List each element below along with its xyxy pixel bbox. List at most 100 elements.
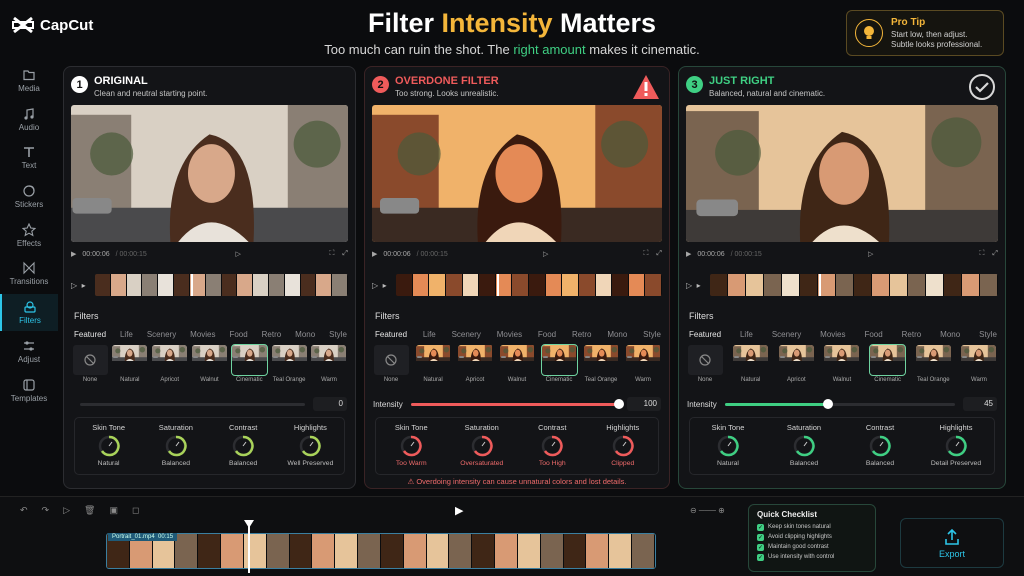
play-icon[interactable]: ▶ [71,250,76,258]
filter-thumbnail[interactable]: Walnut [824,345,860,387]
sidebar-item-audio[interactable]: Audio [0,101,58,138]
sidebar-item-stickers[interactable]: Stickers [0,178,58,215]
undo-icon[interactable]: ↶ [20,505,28,516]
mini-playhead[interactable] [819,274,822,296]
intensity-knob[interactable] [823,398,834,409]
filter-category-tab[interactable]: Movies [820,330,845,339]
fit-icon[interactable]: ⛶ [979,250,984,258]
crop-icon[interactable]: ◻ [132,505,139,516]
filter-thumbnail[interactable]: Warm [311,345,347,387]
filter-thumbnail[interactable]: Warm [961,345,997,387]
trash-icon[interactable]: ▣ [109,505,118,516]
filter-category-tab[interactable]: Scenery [147,330,176,339]
mini-play-icon[interactable]: ▷ ▸ [372,281,392,290]
filter-thumbnail[interactable]: Apricot [152,345,188,387]
play-icon[interactable]: ▶ [372,250,377,258]
filter-thumbnail[interactable]: Natural [733,345,769,387]
playhead[interactable] [248,523,250,573]
filter-category-tab[interactable]: Food [229,330,247,339]
intensity-slider[interactable] [410,398,624,409]
filter-category-tab[interactable]: Mono [295,330,315,339]
filter-thumbnail[interactable]: None [687,345,723,387]
intensity-slider[interactable] [724,398,955,409]
filter-category-tab[interactable]: Scenery [452,330,481,339]
sidebar-item-media[interactable]: Media [0,62,58,99]
intensity-knob[interactable] [614,398,624,409]
delete-icon[interactable]: 🗑 [84,505,95,516]
filter-thumbnail[interactable]: Teal Orange [915,345,951,387]
zoom-control[interactable]: ⊖ ─── ⊕ [690,506,725,515]
fullscreen-icon[interactable]: ⤢ [342,250,348,258]
filter-thumbnail[interactable]: Cinematic [869,344,907,387]
filter-category-tab[interactable]: Life [740,330,753,339]
intensity-value[interactable]: 100 [627,397,661,411]
filter-category-tab[interactable]: Mono [607,330,627,339]
fullscreen-icon[interactable]: ⤢ [992,250,998,258]
intensity-control: Intensity 100 [373,397,661,411]
filter-category-tab[interactable]: Retro [572,330,592,339]
sidebar-item-adjust[interactable]: Adjust [0,333,58,370]
filter-category-tab[interactable]: Life [423,330,436,339]
filter-category-tab[interactable]: Scenery [772,330,801,339]
frame-strip[interactable] [396,274,662,296]
sidebar-item-effects[interactable]: Effects [0,217,58,254]
filter-category-tab[interactable]: Retro [262,330,282,339]
mini-play-icon[interactable]: ▷ ▸ [71,281,91,290]
filter-category-tab[interactable]: Retro [902,330,922,339]
sidebar-item-transitions[interactable]: Transitions [0,255,58,292]
filter-category-tab[interactable]: Style [329,330,347,339]
split-icon[interactable]: ▷ [63,505,70,516]
video-preview[interactable] [71,105,348,242]
frame-strip[interactable] [95,274,348,296]
filter-category-tab[interactable]: Featured [74,330,106,339]
center-play-icon[interactable]: ▷ [868,250,873,258]
filter-thumbnail[interactable]: Walnut [499,345,535,387]
filter-category-tab[interactable]: Style [643,330,661,339]
filter-category-tab[interactable]: Style [979,330,997,339]
sidebar-item-templates[interactable]: Templates [0,372,58,409]
center-play-icon[interactable]: ▷ [235,250,240,258]
filter-preview [191,345,227,375]
fullscreen-icon[interactable]: ⤢ [656,250,662,258]
mini-playhead[interactable] [497,274,500,296]
filter-thumbnail[interactable]: Warm [625,345,661,387]
panel-title: OVERDONE FILTER [395,75,499,87]
video-preview[interactable] [372,105,662,242]
export-button[interactable]: Export [900,518,1004,568]
center-play-icon[interactable]: ▷ [543,250,548,258]
play-icon[interactable]: ▶ [686,250,691,258]
sidebar-item-filters[interactable]: Filters [0,294,58,332]
redo-icon[interactable]: ↷ [42,505,50,516]
filter-category-tab[interactable]: Life [120,330,133,339]
filter-category-tab[interactable]: Movies [497,330,522,339]
filter-thumbnail[interactable]: Apricot [457,345,493,387]
filter-thumbnail[interactable]: None [72,345,108,387]
filter-category-tab[interactable]: Featured [689,330,721,339]
filter-category-tab[interactable]: Mono [940,330,960,339]
filter-thumbnail[interactable]: Walnut [191,345,227,387]
filter-category-tab[interactable]: Food [864,330,882,339]
filter-category-tab[interactable]: Featured [375,330,407,339]
filter-thumbnail[interactable]: Cinematic [230,344,268,387]
video-track[interactable] [106,533,656,569]
fit-icon[interactable]: ⛶ [329,250,334,258]
sidebar-item-text[interactable]: Text [0,139,58,176]
mini-playhead[interactable] [191,274,194,296]
filter-category-tab[interactable]: Movies [190,330,215,339]
filter-thumbnail[interactable]: Natural [415,345,451,387]
mini-play-icon[interactable]: ▷ ▸ [686,281,706,290]
filter-thumbnail[interactable]: Cinematic [540,344,578,387]
filter-thumbnail[interactable]: Teal Orange [583,345,619,387]
intensity-value[interactable]: 0 [313,397,347,411]
filter-thumbnail[interactable]: Natural [112,345,148,387]
filter-thumbnail[interactable]: Apricot [778,345,814,387]
fit-icon[interactable]: ⛶ [643,250,648,258]
timeline-play-icon[interactable]: ▶ [455,504,463,517]
filter-category-tab[interactable]: Food [538,330,556,339]
filter-thumbnail[interactable]: Teal Orange [271,345,307,387]
filter-thumbnail[interactable]: None [373,345,409,387]
intensity-slider[interactable] [80,402,305,406]
video-preview[interactable] [686,105,998,242]
intensity-value[interactable]: 45 [963,397,997,411]
frame-strip[interactable] [710,274,998,296]
